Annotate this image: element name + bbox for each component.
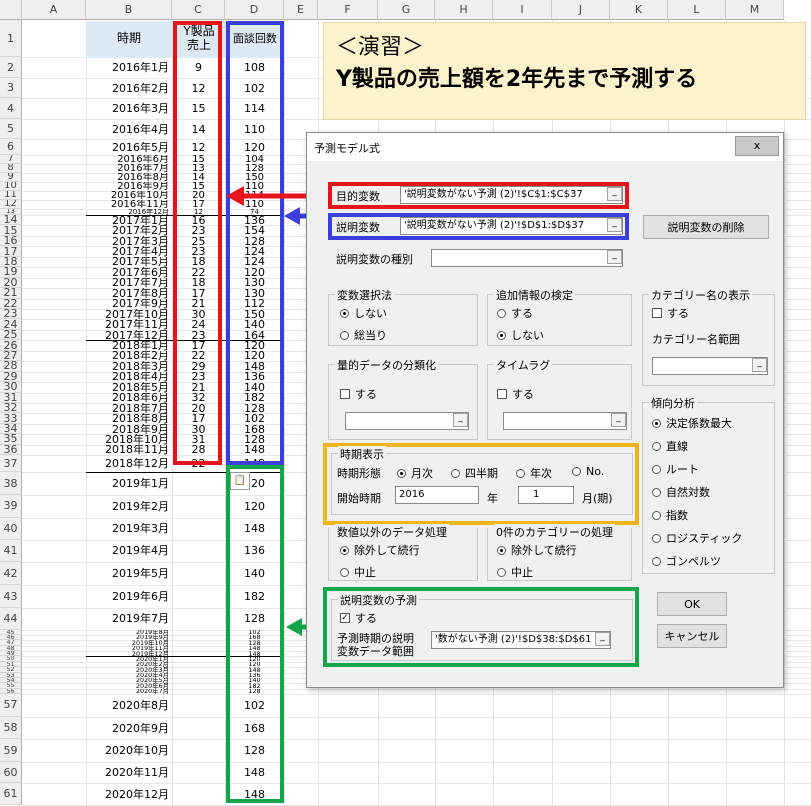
var-select-none-radio[interactable]: しない	[340, 305, 387, 321]
trend-option-radio[interactable]: 直線	[652, 438, 688, 454]
timelag-checkbox[interactable]: する	[497, 386, 534, 402]
period-quarter-radio[interactable]: 四半期	[451, 465, 498, 481]
zero-category-title: 0件のカテゴリーの処理	[494, 524, 615, 540]
year-unit-label: 年	[487, 492, 498, 505]
trend-option-label: ゴンペルツ	[666, 555, 721, 568]
period-year-radio[interactable]: 年次	[516, 465, 552, 481]
var-select-all-radio[interactable]: 総当り	[340, 327, 387, 343]
start-month-input[interactable]: 1	[518, 486, 574, 504]
quant-class-checkbox[interactable]: する	[340, 386, 377, 402]
trend-option-label: 直線	[666, 440, 688, 453]
nonnumeric-continue-radio[interactable]: 除外して続行	[340, 542, 420, 558]
quant-class-title: 量的データの分類化	[335, 357, 438, 373]
forecast-checkbox[interactable]: ✓ する	[340, 610, 377, 626]
explanatory-input[interactable]: '説明変数がない予測 (2)'!$D$1:$D$37	[400, 217, 623, 235]
forecast-range-input[interactable]: '数がない予測 (2)'!$D$38:$D$61	[431, 631, 611, 649]
type-dropdown[interactable]	[431, 249, 623, 267]
forecast-title: 説明変数の予測	[338, 592, 419, 608]
ok-button[interactable]: OK	[657, 592, 727, 616]
forecast-model-dialog[interactable]: 予測モデル式 x 目的変数 '説明変数がない予測 (2)'!$C$1:$C$37…	[306, 132, 784, 688]
type-dropdown-button[interactable]: _	[607, 250, 622, 264]
extra-test-title: 追加情報の検定	[494, 287, 575, 303]
month-unit-label: 月(期)	[582, 492, 613, 505]
delete-explanatory-button[interactable]: 説明変数の削除	[643, 215, 769, 239]
trend-option-label: 指数	[666, 509, 688, 522]
trend-option-radio[interactable]: 指数	[652, 507, 688, 523]
extra-test-yes-radio[interactable]: する	[497, 305, 533, 321]
start-year-input[interactable]: 2016	[395, 486, 479, 504]
dialog-title: 予測モデル式	[314, 142, 380, 155]
period-title: 時期表示	[338, 446, 386, 462]
dialog-title-bar[interactable]: 予測モデル式 x	[307, 133, 783, 161]
category-display-title: カテゴリー名の表示	[649, 287, 752, 303]
trend-option-radio[interactable]: ロジスティック	[652, 530, 742, 546]
nonnumeric-stop-radio[interactable]: 中止	[340, 564, 376, 580]
trend-option-label: 決定係数最大	[666, 417, 732, 430]
forecast-range-label-2: 変数データ範囲	[337, 645, 414, 658]
cancel-button[interactable]: キャンセル	[657, 624, 727, 648]
period-format-label: 時期形態	[337, 467, 381, 480]
trend-option-label: ロジスティック	[666, 532, 743, 545]
category-range-label: カテゴリー名範囲	[652, 333, 740, 346]
period-no-radio[interactable]: No.	[572, 465, 604, 478]
explanatory-label: 説明変数	[336, 221, 380, 234]
trend-option-label: ルート	[666, 463, 699, 476]
trend-option-radio[interactable]: 自然対数	[652, 484, 710, 500]
trend-option-radio[interactable]: ルート	[652, 461, 699, 477]
explanatory-range-button[interactable]: _	[607, 218, 622, 232]
category-range-button[interactable]: _	[752, 358, 767, 372]
type-label: 説明変数の種別	[336, 253, 413, 266]
quant-class-dropdown-button[interactable]: _	[453, 413, 468, 427]
zero-category-continue-radio[interactable]: 除外して続行	[497, 542, 577, 558]
trend-option-radio[interactable]: ゴンペルツ	[652, 553, 721, 569]
trend-option-radio[interactable]: 決定係数最大	[652, 415, 732, 431]
zero-category-stop-radio[interactable]: 中止	[497, 564, 533, 580]
timelag-dropdown[interactable]	[503, 412, 627, 430]
forecast-range-button[interactable]: _	[595, 632, 610, 646]
nonnumeric-title: 数値以外のデータ処理	[335, 524, 449, 540]
trend-title: 傾向分析	[649, 395, 697, 411]
category-display-checkbox[interactable]: する	[652, 305, 689, 321]
var-select-title: 変数選択法	[335, 287, 394, 303]
close-button[interactable]: x	[735, 136, 779, 156]
objective-label: 目的変数	[336, 190, 380, 203]
trend-option-label: 自然対数	[666, 486, 710, 499]
category-range-input[interactable]	[652, 357, 768, 375]
objective-input[interactable]: '説明変数がない予測 (2)'!$C$1:$C$37	[400, 186, 623, 204]
period-monthly-radio[interactable]: 月次	[397, 465, 433, 481]
objective-range-button[interactable]: _	[607, 187, 622, 201]
timelag-title: タイムラグ	[494, 357, 553, 373]
quant-class-dropdown[interactable]	[345, 412, 469, 430]
extra-test-no-radio[interactable]: しない	[497, 327, 544, 343]
start-period-label: 開始時期	[337, 492, 381, 505]
timelag-dropdown-button[interactable]: _	[611, 413, 626, 427]
